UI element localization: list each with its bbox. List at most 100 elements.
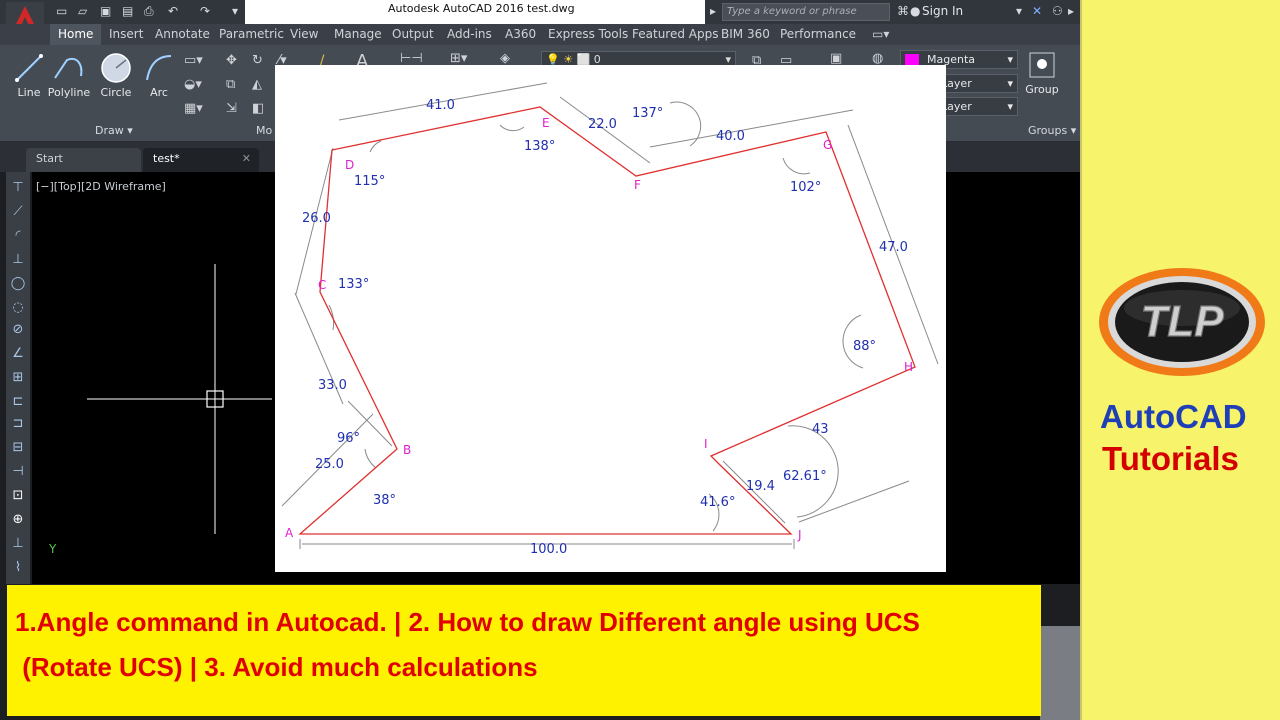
dim-arc-icon[interactable]: ◜	[9, 228, 27, 246]
stretch-icon[interactable]: ⇲	[226, 101, 237, 116]
tab-manage[interactable]: Manage	[334, 27, 382, 41]
vertex-h: H	[904, 360, 913, 374]
modify-panel-label[interactable]: Mo	[256, 124, 272, 137]
length-aj: 100.0	[530, 542, 567, 557]
dimension-lines	[281, 82, 939, 549]
center-mark-icon[interactable]: ⊕	[9, 512, 27, 530]
dim-jogged-icon[interactable]: ◌	[9, 300, 27, 318]
match-properties-icon[interactable]: ▣	[830, 51, 842, 66]
angle-a: 38°	[373, 493, 396, 508]
dim-aligned-icon[interactable]: ⟋	[9, 204, 27, 222]
dim-angular-icon[interactable]: ∠	[9, 346, 27, 364]
dim-diameter-icon[interactable]: ⊘	[9, 322, 27, 340]
group-button[interactable]: Group	[1024, 50, 1060, 96]
dim-ordinate-icon[interactable]: ⊥	[9, 252, 27, 270]
vertex-a: A	[285, 526, 294, 540]
arc-icon	[146, 55, 172, 81]
search-input[interactable]: Type a keyword or phrase	[722, 3, 890, 21]
mirror-icon[interactable]: ◭	[252, 77, 262, 92]
vertex-e: E	[542, 116, 550, 130]
tlp-logo: TLP	[1099, 268, 1265, 376]
dim-space-icon[interactable]: ⊟	[9, 440, 27, 458]
save-icon[interactable]: ▣	[100, 4, 111, 18]
user-icon[interactable]: ●	[910, 4, 920, 18]
quick-dim-icon[interactable]: ⊞	[9, 370, 27, 388]
binoculars-icon[interactable]: ⌘	[897, 4, 909, 18]
tab-view[interactable]: View	[290, 27, 318, 41]
redo-icon[interactable]: ↷	[200, 4, 210, 18]
tab-performance[interactable]: Performance	[780, 27, 856, 41]
groups-panel-label[interactable]: Groups ▾	[1028, 124, 1076, 137]
layer-properties-icon[interactable]: ◈	[500, 51, 510, 66]
linetype-dropdown-chevron-icon: ▾	[1007, 77, 1013, 90]
new-file-icon[interactable]: ▭	[56, 4, 67, 18]
qat-menu-icon[interactable]: ▾	[232, 4, 238, 18]
undo-icon[interactable]: ↶	[168, 4, 178, 18]
polyline-tool-button[interactable]: Polyline	[47, 50, 91, 99]
tab-add-ins[interactable]: Add-ins	[447, 27, 492, 41]
polyline-tool-label: Polyline	[47, 86, 91, 99]
group-icon	[1029, 52, 1055, 78]
line-icon	[15, 54, 43, 82]
tab-home[interactable]: Home	[50, 24, 102, 45]
dim-break-icon[interactable]: ⊣	[9, 464, 27, 482]
tutorial-title-banner: 1.Angle command in Autocad. | 2. How to …	[7, 585, 1041, 716]
tolerance-icon[interactable]: ⊡	[9, 488, 27, 506]
exchange-icon[interactable]: ✕	[1032, 4, 1042, 18]
tab-express-tools[interactable]: Express Tools	[548, 27, 628, 41]
tab-featured-apps[interactable]: Featured Apps	[632, 27, 718, 41]
vertex-c: C	[318, 278, 326, 292]
line-tool-button[interactable]: Line	[7, 50, 51, 99]
tab-a360[interactable]: A360	[505, 27, 536, 41]
tab-test-label: test*	[153, 152, 180, 165]
viewport-controls-label[interactable]: [−][Top][2D Wireframe]	[36, 180, 166, 193]
length-fg: 40.0	[716, 129, 745, 144]
tab-annotate[interactable]: Annotate	[155, 27, 210, 41]
dim-baseline-icon[interactable]: ⊏	[9, 394, 27, 412]
dim-continue-icon[interactable]: ⊐	[9, 416, 27, 434]
sign-in-button[interactable]: Sign In	[922, 4, 963, 18]
copy-icon[interactable]: ⧉	[226, 77, 235, 92]
banner-line-2: (Rotate UCS) | 3. Avoid much calculation…	[15, 652, 538, 682]
dim-radius-icon[interactable]: ◯	[9, 276, 27, 294]
circle-tool-button[interactable]: Circle	[94, 50, 138, 99]
inspect-icon[interactable]: ⊥	[9, 536, 27, 554]
search-expand-icon[interactable]: ▸	[710, 4, 716, 18]
table-icon[interactable]: ⊞▾	[450, 51, 467, 66]
ribbon-tabs: Home Insert Annotate Parametric View Man…	[0, 24, 1080, 45]
rectangle-icon[interactable]: ▭▾	[184, 53, 203, 68]
plot-icon[interactable]: ⎙	[144, 4, 154, 19]
ribbon-minimize-icon[interactable]: ▭▾	[872, 27, 889, 41]
angle-h: 88°	[853, 339, 876, 354]
tab-bim-360[interactable]: BIM 360	[721, 27, 770, 41]
window-menu-icon[interactable]: ▸	[1068, 4, 1074, 18]
save-as-icon[interactable]: ▤	[122, 4, 133, 18]
move-icon[interactable]: ✥	[226, 53, 237, 68]
length-bc: 33.0	[318, 378, 347, 393]
vertex-b: B	[403, 443, 411, 457]
scale-icon[interactable]: ◧	[252, 101, 264, 116]
color-wheel-icon[interactable]: ◍	[872, 51, 883, 66]
sign-in-dropdown-icon[interactable]: ▾	[1016, 4, 1022, 18]
hatch-icon[interactable]: ◒▾	[184, 77, 202, 92]
dim-linear-icon[interactable]: ⊤	[9, 180, 27, 198]
angle-i: 62.61°	[783, 469, 827, 484]
draw-panel-label[interactable]: Draw ▾	[95, 124, 133, 137]
angle-d: 115°	[354, 174, 385, 189]
account-icon[interactable]: ⚇	[1052, 4, 1063, 18]
tab-insert[interactable]: Insert	[109, 27, 143, 41]
close-tab-icon[interactable]: ✕	[242, 152, 251, 165]
arc-tool-button[interactable]: Arc	[137, 50, 181, 99]
dimension-icon[interactable]: ⊢⊣	[400, 51, 423, 66]
open-file-icon[interactable]: ▱	[78, 4, 87, 18]
title-bar: ▭ ▱ ▣ ▤ ⎙ ↶ ↷ ▾ Autodesk AutoCAD 2016 te…	[0, 0, 1080, 24]
rotate-icon[interactable]: ↻	[252, 53, 263, 68]
group-label: Group	[1025, 83, 1059, 96]
tab-output[interactable]: Output	[392, 27, 434, 41]
boundary-icon[interactable]: ▦▾	[184, 101, 203, 116]
tab-test-drawing[interactable]: test* ✕	[143, 148, 259, 172]
length-gh: 47.0	[879, 240, 908, 255]
jogged-linear-icon[interactable]: ⌇	[9, 560, 27, 578]
tab-parametric[interactable]: Parametric	[219, 27, 284, 41]
tab-start[interactable]: Start	[26, 148, 141, 172]
